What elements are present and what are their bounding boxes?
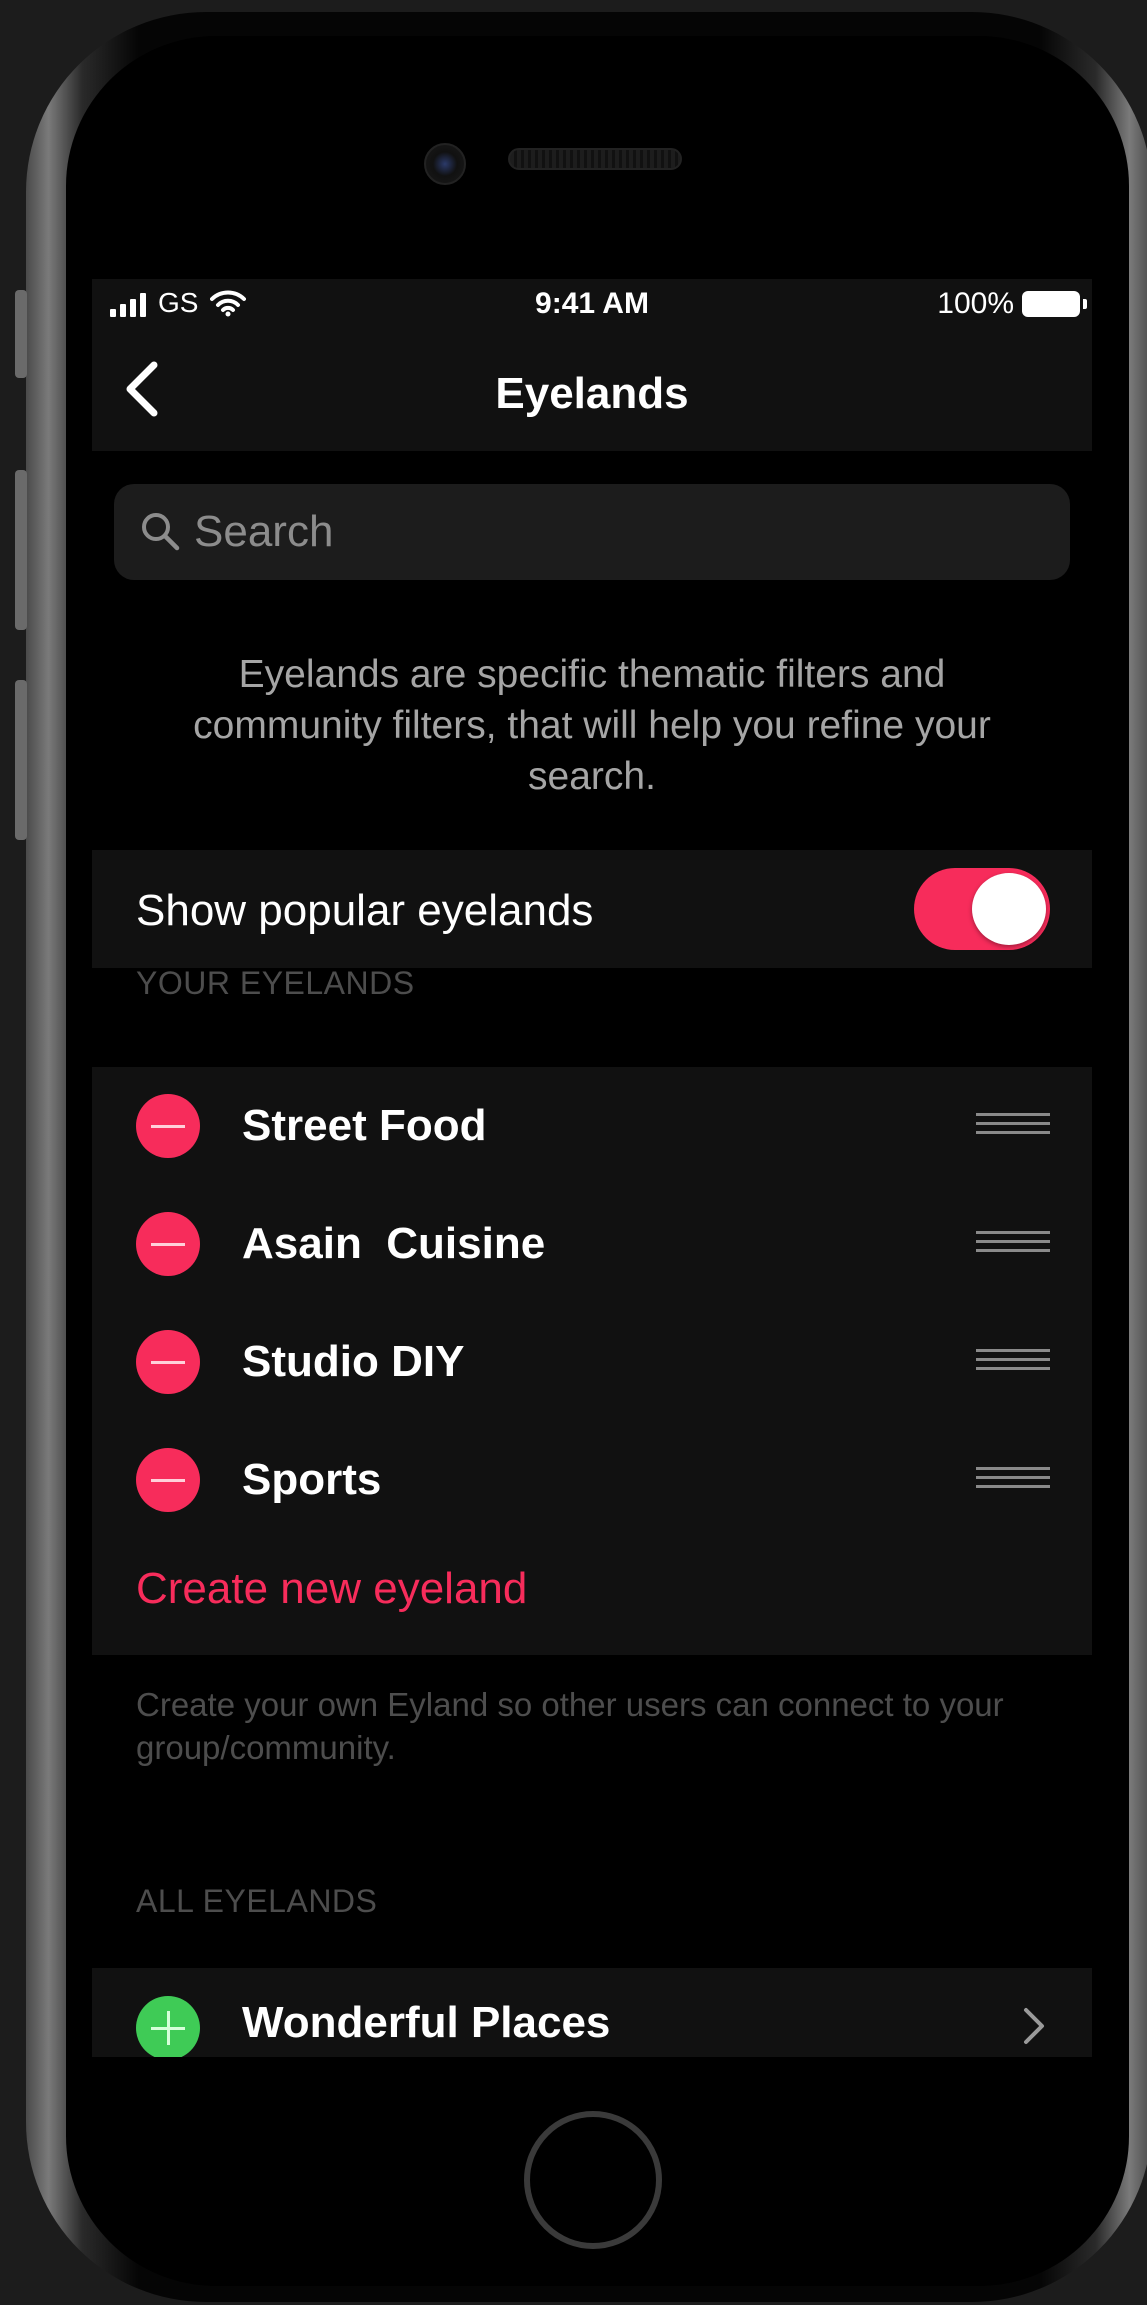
list-item[interactable]: Sports [92, 1421, 1092, 1539]
drag-handle-icon[interactable] [976, 1113, 1050, 1137]
battery-icon [1022, 291, 1087, 317]
your-eyelands-header: YOUR EYELANDS [136, 965, 415, 1001]
list-item[interactable]: Wonderful Places [92, 1968, 1092, 2057]
add-icon[interactable] [136, 1996, 200, 2057]
mute-switch [15, 290, 27, 378]
navigation-bar: Eyelands [92, 329, 1092, 451]
create-eyeland-footnote: Create your own Eyland so other users ca… [136, 1686, 1004, 1766]
earpiece-speaker [508, 148, 682, 170]
eyeland-label: Asain Cuisine [242, 1219, 546, 1268]
remove-icon[interactable] [136, 1448, 200, 1512]
drag-handle-icon[interactable] [976, 1231, 1050, 1255]
app-screen: GS 9:41 AM 100% Eyelands Eyeland [92, 279, 1092, 2057]
your-eyelands-list: Street Food Asain Cuisine Studio DIY Spo… [92, 1067, 1092, 1655]
intro-description: Eyelands are specific thematic filters a… [193, 653, 991, 798]
eyeland-label: Studio DIY [242, 1337, 465, 1386]
list-item[interactable]: Street Food [92, 1067, 1092, 1185]
search-icon [142, 513, 180, 551]
search-bar[interactable] [114, 484, 1070, 580]
eyeland-label: Wonderful Places [242, 1998, 611, 2047]
list-item[interactable]: Studio DIY [92, 1303, 1092, 1421]
status-right: 100% [937, 287, 1087, 321]
eyeland-label: Sports [242, 1455, 382, 1504]
all-eyelands-header: ALL EYELANDS [136, 1883, 378, 1919]
search-input[interactable] [194, 484, 1054, 580]
remove-icon[interactable] [136, 1212, 200, 1276]
popular-eyelands-toggle[interactable] [914, 868, 1050, 950]
create-eyeland-link[interactable]: Create new eyeland [136, 1564, 527, 1614]
battery-percent: 100% [937, 287, 1014, 320]
volume-up-button [15, 470, 27, 630]
toggle-knob [972, 873, 1046, 945]
page-title: Eyelands [495, 369, 689, 418]
drag-handle-icon[interactable] [976, 1349, 1050, 1373]
popular-eyelands-label: Show popular eyelands [136, 886, 594, 935]
volume-down-button [15, 680, 27, 840]
chevron-right-icon [1024, 2008, 1044, 2044]
popular-eyelands-row: Show popular eyelands [92, 850, 1092, 968]
front-camera [424, 143, 466, 185]
drag-handle-icon[interactable] [976, 1467, 1050, 1491]
status-bar: GS 9:41 AM 100% [92, 279, 1092, 329]
remove-icon[interactable] [136, 1094, 200, 1158]
list-item[interactable]: Asain Cuisine [92, 1185, 1092, 1303]
remove-icon[interactable] [136, 1330, 200, 1394]
eyeland-label: Street Food [242, 1101, 487, 1150]
home-button[interactable] [524, 2111, 662, 2249]
